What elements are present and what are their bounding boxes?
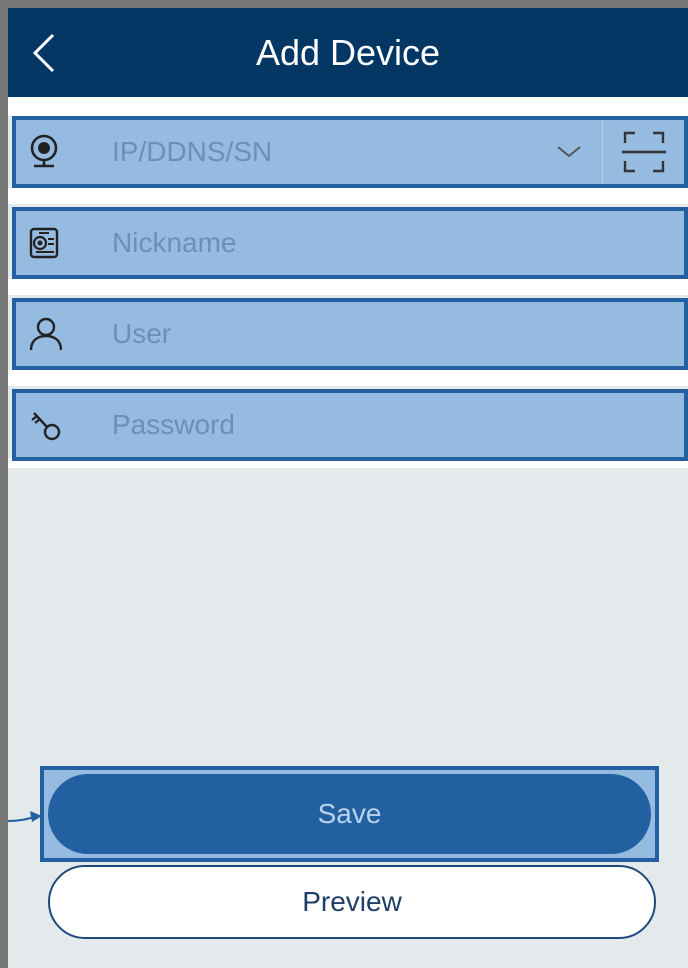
password-field [12, 389, 688, 461]
form-spacer [8, 97, 688, 116]
qr-scan-icon [621, 131, 666, 173]
save-button-highlight: Save [40, 766, 659, 862]
password-input[interactable] [112, 393, 684, 457]
chevron-left-icon [32, 33, 55, 73]
password-icon-wrap [16, 393, 112, 457]
form-spacer [8, 279, 688, 295]
user-field [12, 298, 688, 370]
webcam-icon [30, 134, 58, 168]
key-icon [31, 412, 61, 441]
save-button[interactable]: Save [48, 774, 651, 854]
nickname-input[interactable] [112, 211, 684, 275]
scan-button[interactable] [602, 120, 684, 184]
chevron-down-icon [557, 146, 581, 158]
add-device-screen: Add Device IP/DDNS/SN Nickname User Save… [8, 8, 688, 968]
device-card-icon [29, 227, 59, 259]
preview-button[interactable]: Preview [48, 865, 656, 939]
nickname-field [12, 207, 688, 279]
address-icon-wrap [16, 120, 112, 184]
nickname-icon-wrap [16, 211, 112, 275]
page-title: Add Device [255, 32, 441, 73]
app-header: Add Device [8, 8, 688, 97]
address-input[interactable] [112, 120, 536, 184]
user-icon [29, 317, 63, 351]
pointer-arrow-icon [8, 811, 42, 822]
address-field [12, 116, 688, 188]
form-spacer [8, 370, 688, 386]
user-input[interactable] [112, 302, 684, 366]
back-button[interactable] [22, 28, 66, 78]
address-dropdown-button[interactable] [536, 120, 602, 184]
user-icon-wrap [16, 302, 112, 366]
form-spacer [8, 188, 688, 204]
